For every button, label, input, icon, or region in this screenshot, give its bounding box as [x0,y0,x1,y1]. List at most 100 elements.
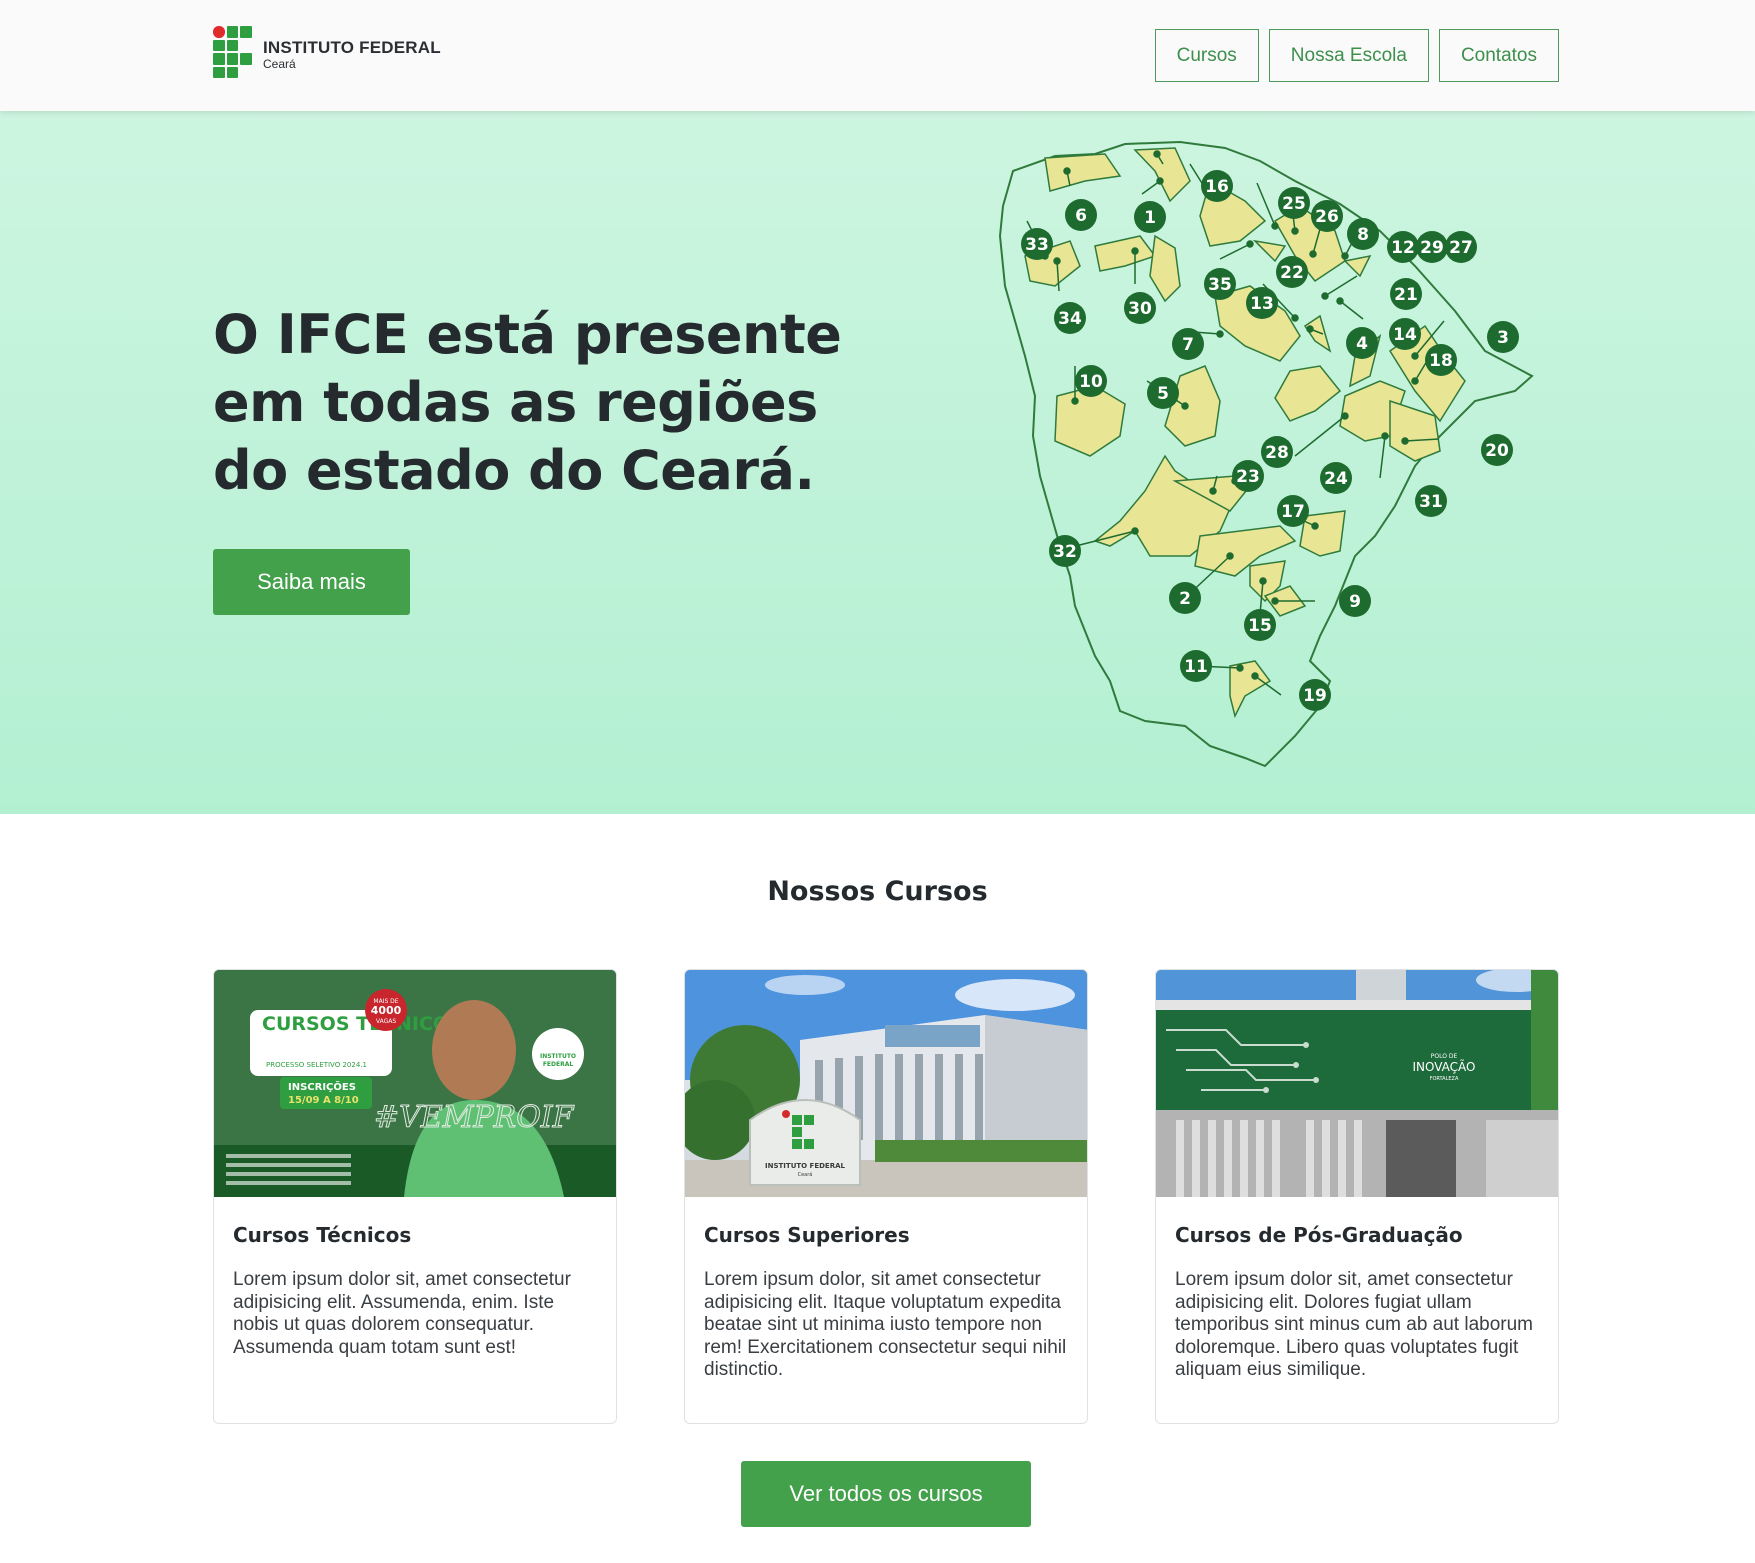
svg-text:28: 28 [1265,443,1289,463]
svg-text:24: 24 [1324,469,1348,489]
svg-text:FORTALEZA: FORTALEZA [1430,1076,1459,1082]
svg-text:31: 31 [1419,492,1443,512]
svg-text:16: 16 [1205,177,1229,197]
svg-text:32: 32 [1053,542,1077,562]
saiba-mais-button[interactable]: Saiba mais [213,549,410,615]
map-marker-15[interactable]: 15 [1244,609,1276,641]
svg-text:34: 34 [1058,309,1082,329]
svg-text:1: 1 [1144,208,1156,228]
svg-text:INSTITUTO FEDERAL: INSTITUTO FEDERAL [765,1162,845,1170]
polo-inovacao-photo: POLO DE INOVAÇÃO FORTALEZA [1156,970,1558,1197]
svg-text:4: 4 [1356,334,1368,354]
svg-text:INOVAÇÃO: INOVAÇÃO [1412,1059,1475,1074]
cursos-tecnicos-banner: CURSOS TÉCNICOS PROCESSO SELETIVO 2024.1… [214,970,616,1197]
svg-text:VAGAS: VAGAS [376,1018,396,1025]
svg-text:PROCESSO SELETIVO 2024.1: PROCESSO SELETIVO 2024.1 [266,1061,367,1069]
svg-text:35: 35 [1208,275,1232,295]
svg-text:7: 7 [1182,335,1194,355]
nav-cursos-button[interactable]: Cursos [1154,29,1259,82]
map-marker-11[interactable]: 11 [1180,650,1212,682]
map-marker-35[interactable]: 35 [1204,268,1236,300]
map-marker-12[interactable]: 12 [1387,231,1419,263]
map-marker-23[interactable]: 23 [1232,460,1264,492]
map-marker-3[interactable]: 3 [1487,321,1519,353]
svg-text:30: 30 [1128,299,1152,319]
map-marker-18[interactable]: 18 [1425,344,1457,376]
svg-text:12: 12 [1391,238,1415,258]
course-cards: CURSOS TÉCNICOS PROCESSO SELETIVO 2024.1… [213,969,1559,1424]
svg-text:21: 21 [1394,285,1418,305]
map-marker-16[interactable]: 16 [1201,170,1233,202]
card-title: Cursos de Pós-Graduação [1175,1223,1463,1247]
map-marker-14[interactable]: 14 [1389,318,1421,350]
map-marker-26[interactable]: 26 [1311,200,1343,232]
map-marker-19[interactable]: 19 [1299,679,1331,711]
hero-section: O IFCE está presente em todas as regiões… [0,111,1755,814]
card-text: Lorem ipsum dolor sit, amet consectetur … [1175,1269,1533,1380]
map-marker-29[interactable]: 29 [1416,231,1448,263]
svg-text:15: 15 [1248,616,1272,636]
svg-text:5: 5 [1157,384,1169,404]
cursos-pos-graduacao-image: POLO DE INOVAÇÃO FORTALEZA [1156,970,1558,1197]
map-marker-10[interactable]: 10 [1075,365,1107,397]
map-marker-33[interactable]: 33 [1021,228,1053,260]
map-marker-32[interactable]: 32 [1049,535,1081,567]
map-marker-1[interactable]: 1 [1134,201,1166,233]
map-marker-17[interactable]: 17 [1277,495,1309,527]
svg-text:14: 14 [1393,325,1417,345]
svg-text:INSCRIÇÕES: INSCRIÇÕES [288,1080,356,1093]
map-marker-7[interactable]: 7 [1172,328,1204,360]
card-text: Lorem ipsum dolor sit, amet consectetur … [233,1269,571,1358]
svg-text:18: 18 [1429,351,1453,371]
logo-subtitle: Ceará [263,56,296,71]
map-marker-30[interactable]: 30 [1124,292,1156,324]
map-marker-5[interactable]: 5 [1147,377,1179,409]
map-marker-4[interactable]: 4 [1346,327,1378,359]
main-nav: Cursos Nossa Escola Contatos [1154,29,1559,82]
site-header: INSTITUTO FEDERAL Ceará Cursos Nossa Esc… [0,0,1755,111]
svg-text:26: 26 [1315,207,1339,227]
map-marker-28[interactable]: 28 [1261,436,1293,468]
svg-text:#VEMPROIF: #VEMPROIF [374,1100,575,1135]
svg-text:POLO DE: POLO DE [1431,1053,1458,1060]
svg-text:33: 33 [1025,235,1049,255]
course-card-superiores[interactable]: INSTITUTO FEDERAL Ceará Cursos Superiore… [684,969,1088,1424]
map-marker-31[interactable]: 31 [1415,485,1447,517]
svg-text:FEDERAL: FEDERAL [543,1061,574,1068]
courses-section-title: Nossos Cursos [767,876,988,907]
map-marker-25[interactable]: 25 [1278,187,1310,219]
course-card-pos-graduacao[interactable]: POLO DE INOVAÇÃO FORTALEZA Cursos de Pós… [1155,969,1559,1424]
map-marker-9[interactable]: 9 [1339,585,1371,617]
map-marker-34[interactable]: 34 [1054,302,1086,334]
course-card-tecnicos[interactable]: CURSOS TÉCNICOS PROCESSO SELETIVO 2024.1… [213,969,617,1424]
map-marker-21[interactable]: 21 [1390,278,1422,310]
logo-grid-icon [213,26,255,82]
map-marker-13[interactable]: 13 [1246,287,1278,319]
card-title: Cursos Superiores [704,1223,910,1247]
campus-building-photo: INSTITUTO FEDERAL Ceará [685,970,1087,1197]
svg-text:CURSOS TÉCNICOS: CURSOS TÉCNICOS [262,1012,463,1035]
svg-text:6: 6 [1075,206,1087,226]
map-marker-27[interactable]: 27 [1445,231,1477,263]
svg-text:9: 9 [1349,592,1361,612]
svg-text:4000: 4000 [371,1004,402,1017]
ver-todos-os-cursos-button[interactable]: Ver todos os cursos [741,1461,1031,1527]
svg-text:10: 10 [1079,372,1103,392]
nav-contatos-button[interactable]: Contatos [1438,29,1559,82]
svg-text:13: 13 [1250,294,1274,314]
map-marker-24[interactable]: 24 [1320,462,1352,494]
svg-text:15/09 A 8/10: 15/09 A 8/10 [288,1095,359,1106]
card-title: Cursos Técnicos [233,1223,412,1247]
svg-text:2: 2 [1179,589,1191,609]
map-marker-20[interactable]: 20 [1481,434,1513,466]
hero-title: O IFCE está presente em todas as regiões… [213,303,842,502]
nav-nossa-escola-button[interactable]: Nossa Escola [1268,29,1429,82]
svg-text:27: 27 [1449,238,1473,258]
logo-title: INSTITUTO FEDERAL [263,37,441,57]
map-marker-2[interactable]: 2 [1169,582,1201,614]
map-marker-8[interactable]: 8 [1347,218,1379,250]
svg-text:22: 22 [1280,263,1304,283]
map-marker-22[interactable]: 22 [1276,256,1308,288]
map-marker-6[interactable]: 6 [1065,199,1097,231]
ifce-logo[interactable]: INSTITUTO FEDERAL Ceará [213,26,441,82]
